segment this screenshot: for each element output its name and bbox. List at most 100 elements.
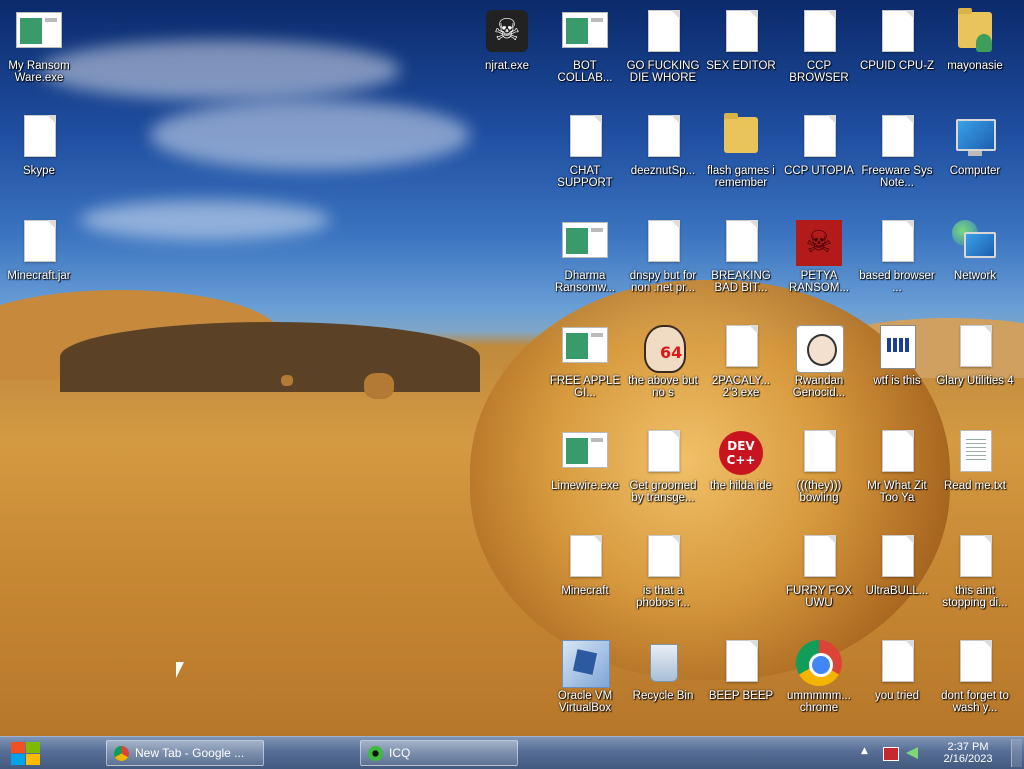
desktop-icon-label: CPUID CPU-Z xyxy=(859,60,935,72)
desktop-icon-deeznut[interactable]: deeznutSp... xyxy=(624,115,702,177)
desktop-icon-label: Read me.txt xyxy=(944,480,1006,492)
desktop-icon-virtualbox[interactable]: Oracle VM VirtualBox xyxy=(546,640,624,714)
file-icon xyxy=(952,535,998,581)
desktop-icon-njrat[interactable]: ☠ njrat.exe xyxy=(468,10,546,72)
start-button[interactable] xyxy=(8,740,44,767)
desktop-icon-limewire[interactable]: Limewire.exe xyxy=(546,430,624,492)
desktop-icon-label: FURRY FOX UWU xyxy=(785,585,853,609)
show-desktop-button[interactable] xyxy=(1011,739,1022,767)
desktop-icon-this-aint-stopping[interactable]: this aint stopping di... xyxy=(936,535,1014,609)
desktop-icon-label: based browser ... xyxy=(859,270,935,294)
file-icon xyxy=(874,535,920,581)
desktop-icon-file-30[interactable]: Get groomed by transge... xyxy=(624,430,702,504)
computer-icon xyxy=(952,115,998,161)
show-hidden-icons-chevron[interactable]: ▲ xyxy=(861,746,868,756)
desktop-icon-ccp-utopia[interactable]: CCP UTOPIA xyxy=(780,115,858,177)
desktop-icon-label: flash games i remember xyxy=(707,165,775,189)
desktop-icon-flash-games[interactable]: flash games i remember xyxy=(702,113,780,189)
desktop-icon-minecraft-jar[interactable]: Minecraft.jar xyxy=(0,220,78,282)
desktop-icon-label: FREE APPLE GI... xyxy=(549,375,621,399)
desktop-icon-label: Rwandan Genocid... xyxy=(792,375,846,399)
wallpaper-cloud xyxy=(40,40,400,100)
desktop-icon-network[interactable]: Network xyxy=(936,220,1014,282)
file-icon xyxy=(562,535,608,581)
desktop-icon-dharma-ransomware[interactable]: Dharma Ransomw... xyxy=(546,220,624,294)
desktop-icon-recycle-bin[interactable]: Recycle Bin xyxy=(624,640,702,702)
desktop-icon-label: PETYA RANSOM... xyxy=(788,270,850,294)
desktop-icon-the-hilda-ide[interactable]: DEV C++ the hilda ide xyxy=(702,430,780,492)
desktop-icon-computer[interactable]: Computer xyxy=(936,115,1014,177)
taskbar: New Tab - Google ... ICQ ▲ 2:37 PM 2/16/… xyxy=(0,736,1024,769)
desktop-icon-based-browser[interactable]: based browser ... xyxy=(858,220,936,294)
desktop-icon-ccp-browser[interactable]: CCP BROWSER xyxy=(780,10,858,84)
desktop-icon-bot-collab[interactable]: BOT COLLAB... xyxy=(546,10,624,84)
file-icon xyxy=(874,115,920,161)
desktop-icon-label: the hilda ide xyxy=(709,480,773,492)
exe-icon xyxy=(562,10,608,56)
file-icon xyxy=(874,430,920,476)
desktop-icon-chrome[interactable]: ummmmm... chrome xyxy=(780,640,858,714)
desktop-icon-label: njrat.exe xyxy=(484,60,530,72)
desktop-icon-read-me[interactable]: Read me.txt xyxy=(936,430,1014,492)
desktop-icon-dont-forget[interactable]: dont forget to wash y... xyxy=(936,640,1014,714)
desktop-icon-label: CCP UTOPIA xyxy=(784,165,854,177)
desktop-icon-dnspy[interactable]: dnspy but for non .net pr... xyxy=(624,220,702,294)
file-icon xyxy=(874,10,920,56)
action-center-flag-icon[interactable] xyxy=(883,747,899,761)
desktop-icon-label: deeznutSp... xyxy=(630,165,696,177)
desktop-icon-rwandan-genocide[interactable]: Rwandan Genocid... xyxy=(780,325,858,399)
desktop-icon-label: Dharma Ransomw... xyxy=(554,270,616,294)
desktop-icon-breaking-bad[interactable]: BREAKING BAD BIT... xyxy=(702,220,780,294)
desktop-icon-wtf-is-this[interactable]: wtf is this xyxy=(858,325,936,387)
desktop-icon-freeware-sys-note[interactable]: Freeware Sys Note... xyxy=(858,115,936,189)
desktop-icon-label: Freeware Sys Note... xyxy=(861,165,933,189)
desktop-icon-label: Minecraft xyxy=(561,585,609,597)
desktop-icon-mr-what-zit[interactable]: Mr What Zit Too Ya xyxy=(858,430,936,504)
skull-icon: ☠ xyxy=(484,10,530,56)
desktop-icon-label: dnspy but for non .net pr... xyxy=(629,270,697,294)
file-icon xyxy=(16,115,62,161)
desktop-icon-sex-editor[interactable]: SEX EDITOR xyxy=(702,10,780,72)
taskbar-button-chrome[interactable]: New Tab - Google ... xyxy=(106,740,264,766)
volume-icon[interactable] xyxy=(906,747,918,759)
desktop-icon-file-3[interactable]: GO FUCKING DIE WHORE xyxy=(624,10,702,84)
exe-icon xyxy=(16,10,62,56)
taskbar-button-label: New Tab - Google ... xyxy=(135,746,245,760)
desktop-icon-phobos[interactable]: is that a phobos r... xyxy=(624,535,702,609)
desktop-icon-free-apple-gift[interactable]: FREE APPLE GI... xyxy=(546,325,624,399)
desktop-icon-skype[interactable]: Skype xyxy=(0,115,78,177)
desktop-icon-cpuid-cpu-z[interactable]: CPUID CPU-Z xyxy=(858,10,936,72)
taskbar-button-icq[interactable]: ICQ xyxy=(360,740,518,766)
desktop-icon-2pacalypse[interactable]: 2PACALY... 2'3.exe xyxy=(702,325,780,399)
desktop-icon-label: Oracle VM VirtualBox xyxy=(557,690,613,714)
file-icon xyxy=(796,115,842,161)
desktop-icon-you-tried[interactable]: you tried xyxy=(858,640,936,702)
file-icon xyxy=(640,430,686,476)
desktop-icon-label: GO FUCKING DIE WHORE xyxy=(626,60,700,84)
taskbar-button-label: ICQ xyxy=(389,746,411,760)
desktop-icon-label: CHAT SUPPORT xyxy=(557,165,613,189)
mouse-cursor-icon xyxy=(176,662,184,678)
desktop-icon-beep-beep[interactable]: BEEP BEEP xyxy=(702,640,780,702)
desktop-icon-label: BEEP BEEP xyxy=(708,690,774,702)
system-clock[interactable]: 2:37 PM 2/16/2023 xyxy=(940,741,996,765)
wallpaper-small-bale xyxy=(364,373,394,399)
desktop-icon-label: the above but no s xyxy=(628,375,698,399)
desktop-icon-they-bowling[interactable]: (((they))) bowling xyxy=(780,430,858,504)
desktop-icon-label: Computer xyxy=(949,165,1001,177)
desktop-icon-my-ransom-ware[interactable]: My Ransom Ware.exe xyxy=(0,10,78,84)
desktop-icon-chat-support[interactable]: CHAT SUPPORT xyxy=(546,115,624,189)
desktop-icon-ultrabull[interactable]: UltraBULL... xyxy=(858,535,936,597)
desktop-icon-label: BREAKING BAD BIT... xyxy=(711,270,771,294)
desktop-icon-glary-utilities[interactable]: Glary Utilities 4 xyxy=(936,325,1014,387)
petya-icon: ☠ xyxy=(796,220,842,266)
desktop[interactable]: My Ransom Ware.exe Skype Minecraft.jar ☠… xyxy=(0,0,1024,736)
desktop-icon-the-above-but-no-s[interactable]: 64 the above but no s xyxy=(624,325,702,399)
desktop-icon-petya-ransomware[interactable]: ☠ PETYA RANSOM... xyxy=(780,220,858,294)
meme-icon xyxy=(796,325,844,373)
desktop-icon-mayonasie[interactable]: mayonasie xyxy=(936,8,1014,72)
desktop-icon-furry-fox[interactable]: FURRY FOX UWU xyxy=(780,535,858,609)
network-icon xyxy=(952,220,998,266)
desktop-icon-minecraft[interactable]: Minecraft xyxy=(546,535,624,597)
file-icon xyxy=(640,115,686,161)
